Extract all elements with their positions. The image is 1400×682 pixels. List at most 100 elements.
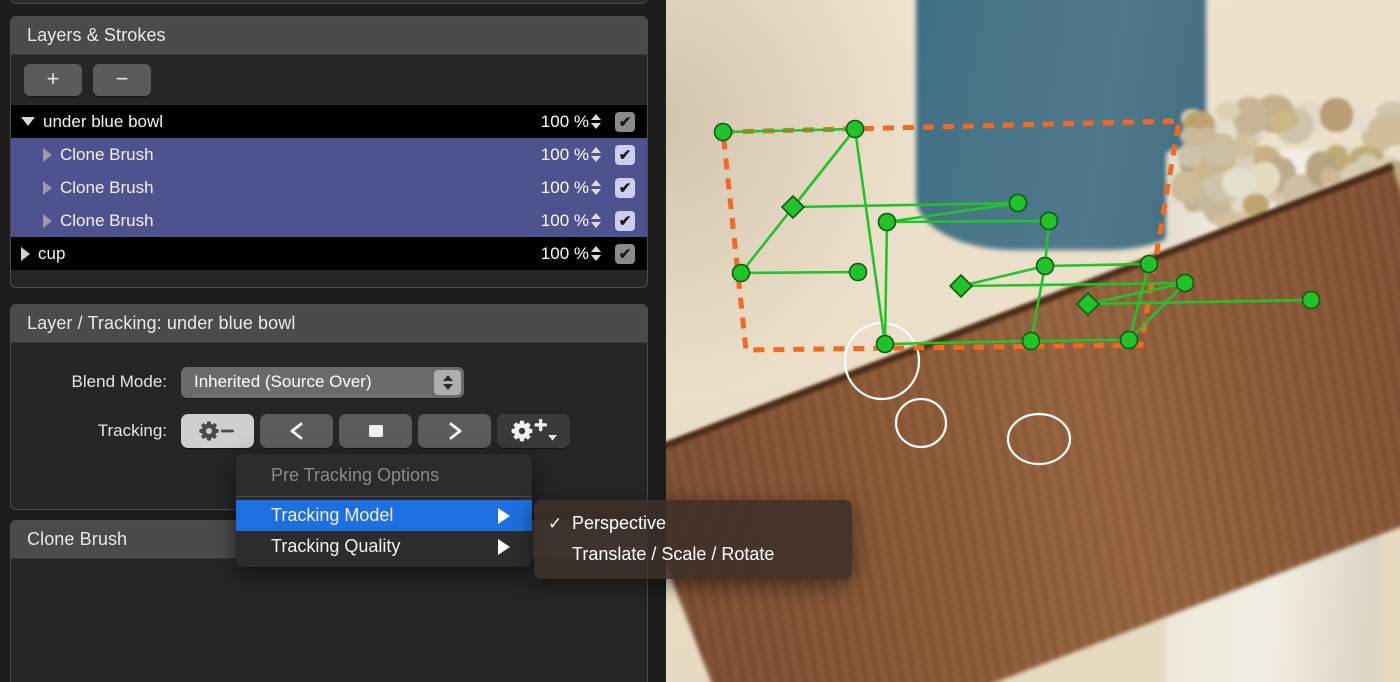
gear-minus-icon — [198, 421, 234, 441]
menu-item[interactable]: Tracking Model — [236, 500, 532, 531]
gear-minus-icon-button[interactable] — [181, 414, 254, 448]
tracker-point[interactable] — [1139, 254, 1159, 274]
submenu-arrow-icon — [498, 538, 510, 555]
blend-mode-select[interactable]: Inherited (Source Over) — [181, 366, 464, 398]
tracker-link — [791, 201, 1020, 209]
tracker-link — [883, 339, 1033, 346]
app-window: Layers & Strokes + − under blue bowl 100 … — [0, 0, 1400, 682]
tracker-link — [959, 264, 1047, 288]
layers-and-strokes-panel: Layers & Strokes + − under blue bowl 100 … — [10, 16, 648, 288]
tracking-row: Tracking: — [11, 405, 647, 457]
chevron-right-icon[interactable] — [43, 213, 52, 228]
tracking-panel-title: Layer / Tracking: under blue bowl — [11, 305, 647, 343]
tracker-point[interactable] — [1039, 211, 1059, 231]
blend-mode-row: Blend Mode: Inherited (Source Over) — [11, 359, 647, 405]
layer-visibility-checkbox[interactable]: ✔ — [615, 177, 635, 198]
opacity-stepper[interactable] — [591, 147, 601, 162]
track-stop-button[interactable] — [339, 414, 412, 448]
gear-plus-icon — [511, 419, 557, 442]
tracker-point[interactable] — [845, 119, 865, 139]
tracker-point[interactable] — [1301, 290, 1321, 310]
track-backward-button[interactable] — [260, 414, 333, 448]
blend-mode-label: Blend Mode: — [71, 372, 167, 391]
tracker-point[interactable] — [877, 212, 897, 232]
stepper-arrows-icon — [434, 369, 461, 395]
submenu-item[interactable]: ✓ Perspective — [534, 508, 852, 539]
tracker-link — [739, 270, 860, 275]
add-layer-button[interactable]: + — [24, 64, 82, 96]
tracker-link — [1086, 298, 1313, 306]
mask-circle[interactable] — [1006, 412, 1072, 466]
layer-opacity-value: 100 % — [540, 177, 589, 197]
pre-tracking-options-menu[interactable]: Pre Tracking Options Tracking Model Track… — [236, 454, 532, 567]
submenu-arrow-icon — [498, 507, 510, 524]
track-forward-button[interactable] — [418, 414, 491, 448]
layers-toolbar: + − — [11, 55, 647, 105]
opacity-stepper[interactable] — [591, 114, 601, 129]
tracker-link — [721, 127, 857, 134]
layer-name: cup — [38, 243, 66, 263]
tracker-point[interactable] — [731, 263, 751, 283]
submenu-item-label: Translate / Scale / Rotate — [572, 544, 775, 564]
menu-header: Pre Tracking Options — [271, 464, 440, 485]
chevron-down-icon — [547, 435, 557, 441]
planar-tracker-outline[interactable] — [720, 118, 1182, 353]
menu-item-label: Tracking Quality — [271, 536, 401, 556]
checkmark-icon: ✓ — [548, 513, 563, 533]
tracker-link — [883, 220, 889, 346]
tracker-point[interactable] — [1035, 256, 1055, 276]
table-row[interactable]: Clone Brush 100 % ✔ — [11, 171, 647, 204]
tracking-model-submenu[interactable]: ✓ Perspective Translate / Scale / Rotate — [534, 500, 852, 579]
submenu-item[interactable]: Translate / Scale / Rotate — [534, 539, 852, 570]
tracker-point[interactable] — [713, 122, 733, 142]
track-forward-icon — [449, 422, 461, 440]
tracker-handle-diamond[interactable] — [948, 273, 974, 299]
opacity-stepper[interactable] — [591, 246, 601, 261]
tracker-point[interactable] — [1119, 330, 1139, 350]
layer-visibility-checkbox[interactable]: ✔ — [615, 210, 635, 231]
blend-mode-value: Inherited (Source Over) — [194, 372, 372, 391]
table-row[interactable]: under blue bowl 100 % ✔ — [11, 105, 647, 138]
layer-name: under blue bowl — [43, 111, 164, 131]
mask-circle[interactable] — [894, 397, 948, 449]
layer-visibility-checkbox[interactable]: ✔ — [615, 111, 635, 132]
layer-opacity-value: 100 % — [540, 210, 589, 230]
panel-above-sliver — [10, 0, 648, 4]
chevron-down-icon[interactable] — [21, 117, 35, 126]
tracker-link — [1029, 264, 1047, 343]
tracking-button-group — [181, 414, 570, 448]
tracker-handle-diamond[interactable] — [1075, 291, 1101, 317]
menu-separator — [236, 496, 532, 497]
tracker-link — [1086, 281, 1187, 306]
layer-visibility-checkbox[interactable]: ✔ — [615, 243, 635, 264]
chevron-right-icon[interactable] — [21, 246, 30, 261]
layer-visibility-checkbox[interactable]: ✔ — [615, 144, 635, 165]
menu-item[interactable]: Tracking Quality — [236, 531, 532, 562]
tracker-link — [885, 219, 1051, 224]
tracker-point[interactable] — [875, 334, 895, 354]
submenu-item-label: Perspective — [572, 513, 667, 533]
gear-plus-menu-button[interactable] — [497, 414, 570, 448]
remove-layer-button[interactable]: − — [93, 64, 151, 96]
layer-name: Clone Brush — [60, 210, 154, 230]
chevron-right-icon[interactable] — [43, 147, 52, 162]
opacity-stepper[interactable] — [591, 180, 601, 195]
tracker-point[interactable] — [1175, 273, 1195, 293]
tracker-link — [1029, 338, 1131, 343]
tracker-point[interactable] — [848, 262, 868, 282]
opacity-stepper[interactable] — [591, 213, 601, 228]
mask-circle[interactable] — [843, 321, 921, 401]
tracker-point[interactable] — [1021, 331, 1041, 351]
image-viewport[interactable] — [666, 0, 1400, 682]
tracking-overlay[interactable] — [666, 0, 1400, 682]
layer-opacity-value: 100 % — [540, 111, 589, 131]
layers-panel-title: Layers & Strokes — [11, 17, 647, 55]
track-stop-icon — [368, 425, 383, 437]
table-row[interactable]: Clone Brush 100 % ✔ — [11, 204, 647, 237]
tracker-point[interactable] — [1008, 193, 1028, 213]
tracker-link — [853, 127, 887, 346]
table-row[interactable]: cup 100 % ✔ — [11, 237, 647, 270]
chevron-right-icon[interactable] — [43, 180, 52, 195]
table-row[interactable]: Clone Brush 100 % ✔ — [11, 138, 647, 171]
minus-icon: − — [115, 66, 129, 91]
